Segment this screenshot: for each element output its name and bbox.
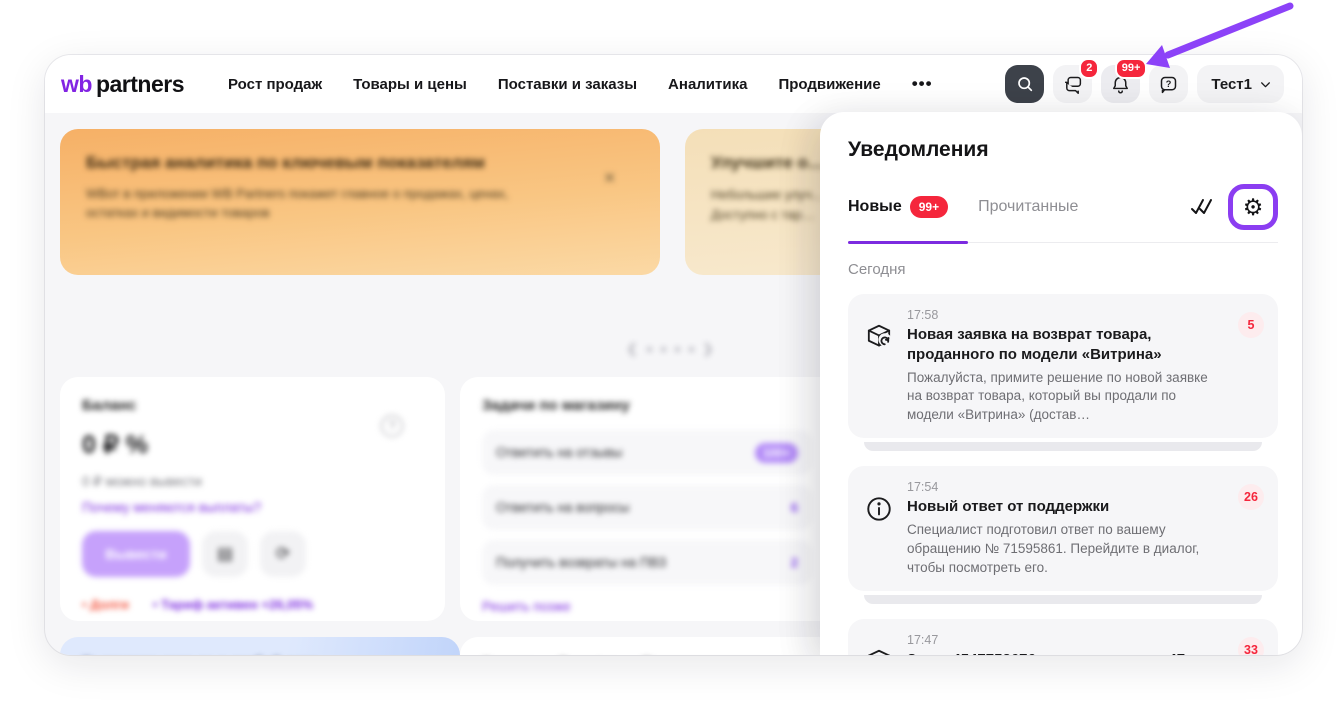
settings-button[interactable]: ⚙	[1234, 190, 1272, 224]
settings-highlight-annotation: ⚙	[1228, 184, 1278, 230]
account-menu-button[interactable]: Тест1	[1197, 65, 1284, 103]
nav-promotion[interactable]: Продвижение	[778, 76, 880, 93]
notification-item[interactable]: 17:47 Заказ 4547752676 отменится через 4…	[848, 619, 1278, 655]
notification-count-badge: 33	[1238, 637, 1264, 655]
double-check-icon	[1190, 196, 1216, 218]
balance-available: 0 ₽ можно вывести	[82, 474, 423, 490]
withdraw-promo-banner[interactable]: Выводите деньги в любой день С опцией «В…	[60, 637, 460, 655]
tariff-link[interactable]: • Тариф активен +26,05%	[153, 597, 313, 612]
notifications-panel: Уведомления Новые 99+ Прочитанные ⚙	[820, 112, 1302, 655]
notification-body: Пожалуйста, примите решение по новой зая…	[907, 369, 1225, 425]
notification-item[interactable]: 17:58 Новая заявка на возврат товара, пр…	[848, 294, 1278, 438]
carousel-dot[interactable]	[661, 347, 666, 352]
carousel-next-icon[interactable]: ❯	[703, 341, 714, 357]
chats-badge: 2	[1079, 58, 1099, 79]
task-row[interactable]: Ответить на отзывы 100+	[482, 430, 812, 475]
top-navigation-bar: wb partners Рост продаж Товары и цены По…	[45, 55, 1302, 113]
notification-stack-peek	[864, 595, 1262, 604]
documents-icon[interactable]: ▤	[202, 531, 248, 577]
banner-title: Быстрая аналитика по ключевым показателя…	[86, 153, 634, 173]
chevron-down-icon	[1259, 78, 1272, 91]
balance-title: Баланс	[82, 397, 423, 414]
nav-analytics[interactable]: Аналитика	[668, 76, 747, 93]
task-count-badge: 6	[791, 500, 798, 515]
info-icon	[864, 494, 894, 524]
banner-body: WBот в приложении WB Partners покажет гл…	[86, 185, 516, 223]
banner-line: Небольшие улуч…	[711, 187, 825, 202]
task-count-badge: 2	[791, 555, 798, 570]
balance-link[interactable]: Почему меняются выплаты?	[82, 500, 423, 515]
notification-body: Специалист подготовил ответ по вашему об…	[907, 521, 1225, 577]
carousel-dot[interactable]	[689, 347, 694, 352]
help-bubble-icon: ?	[1158, 74, 1179, 95]
task-row[interactable]: Получить возвраты на ПВЗ 2	[482, 540, 812, 585]
tab-read[interactable]: Прочитанные	[978, 198, 1078, 216]
withdraw-button[interactable]: Вывести	[82, 531, 190, 577]
notification-time: 17:47	[907, 633, 1225, 647]
chats-button[interactable]: 2	[1053, 65, 1092, 103]
panel-title: Уведомления	[848, 138, 1278, 162]
analytics-promo-banner[interactable]: Быстрая аналитика по ключевым показателя…	[60, 129, 660, 275]
active-tab-underline	[848, 241, 968, 245]
banner-carousel-controls: ❮ ❯	[585, 341, 755, 357]
task-row[interactable]: Ответить на вопросы 6	[482, 485, 812, 530]
tab-new[interactable]: Новые 99+	[848, 196, 948, 218]
chat-bubbles-icon	[1062, 74, 1083, 95]
account-name: Тест1	[1211, 76, 1252, 93]
nav-supplies-orders[interactable]: Поставки и заказы	[498, 76, 637, 93]
notification-title: Новая заявка на возврат товара, проданно…	[907, 325, 1225, 365]
close-icon[interactable]: ✕	[603, 169, 616, 187]
svg-text:?: ?	[1166, 79, 1172, 89]
notifications-badge: 99+	[1115, 58, 1148, 79]
package-return-icon	[864, 322, 894, 352]
notifications-tabs: Новые 99+ Прочитанные ⚙	[848, 184, 1278, 243]
carousel-prev-icon[interactable]: ❮	[627, 341, 638, 357]
wb-partners-logo[interactable]: wb partners	[61, 71, 184, 98]
mark-all-read-button[interactable]	[1190, 196, 1216, 218]
debts-link[interactable]: • Долги	[82, 597, 129, 612]
help-circle-icon[interactable]: ?	[381, 415, 403, 437]
notification-title: Новый ответ от поддержки	[907, 497, 1225, 517]
package-cancel-icon	[864, 647, 894, 655]
app-window: Быстрая аналитика по ключевым показателя…	[45, 55, 1302, 655]
notification-count-badge: 26	[1238, 484, 1264, 510]
nav-more-icon[interactable]: •••	[912, 74, 933, 94]
section-today: Сегодня	[848, 261, 1278, 278]
banner-line: Доступно с тар…	[711, 207, 815, 222]
gear-icon: ⚙	[1243, 194, 1264, 221]
balance-amount: 0 ₽ %	[82, 430, 423, 460]
nav-goods-prices[interactable]: Товары и цены	[353, 76, 467, 93]
notification-item[interactable]: 17:54 Новый ответ от поддержки Специалис…	[848, 466, 1278, 591]
carousel-dot[interactable]	[675, 347, 680, 352]
search-icon	[1015, 74, 1035, 94]
notification-title: Заказ 4547752676 отменится через 47 час(…	[907, 650, 1225, 655]
notification-time: 17:58	[907, 308, 1225, 322]
notification-time: 17:54	[907, 480, 1225, 494]
task-count-badge: 100+	[755, 443, 798, 463]
new-count-badge: 99+	[910, 196, 948, 218]
notification-count-badge: 5	[1238, 312, 1264, 338]
balance-card: Баланс ? 0 ₽ % 0 ₽ можно вывести Почему …	[60, 377, 445, 621]
nav-sales-growth[interactable]: Рост продаж	[228, 76, 322, 93]
history-icon[interactable]: ⟳	[260, 531, 306, 577]
notifications-button[interactable]: 99+	[1101, 65, 1140, 103]
notification-stack-peek	[864, 442, 1262, 451]
help-button[interactable]: ?	[1149, 65, 1188, 103]
carousel-dot[interactable]	[647, 347, 652, 352]
search-button[interactable]	[1005, 65, 1044, 103]
